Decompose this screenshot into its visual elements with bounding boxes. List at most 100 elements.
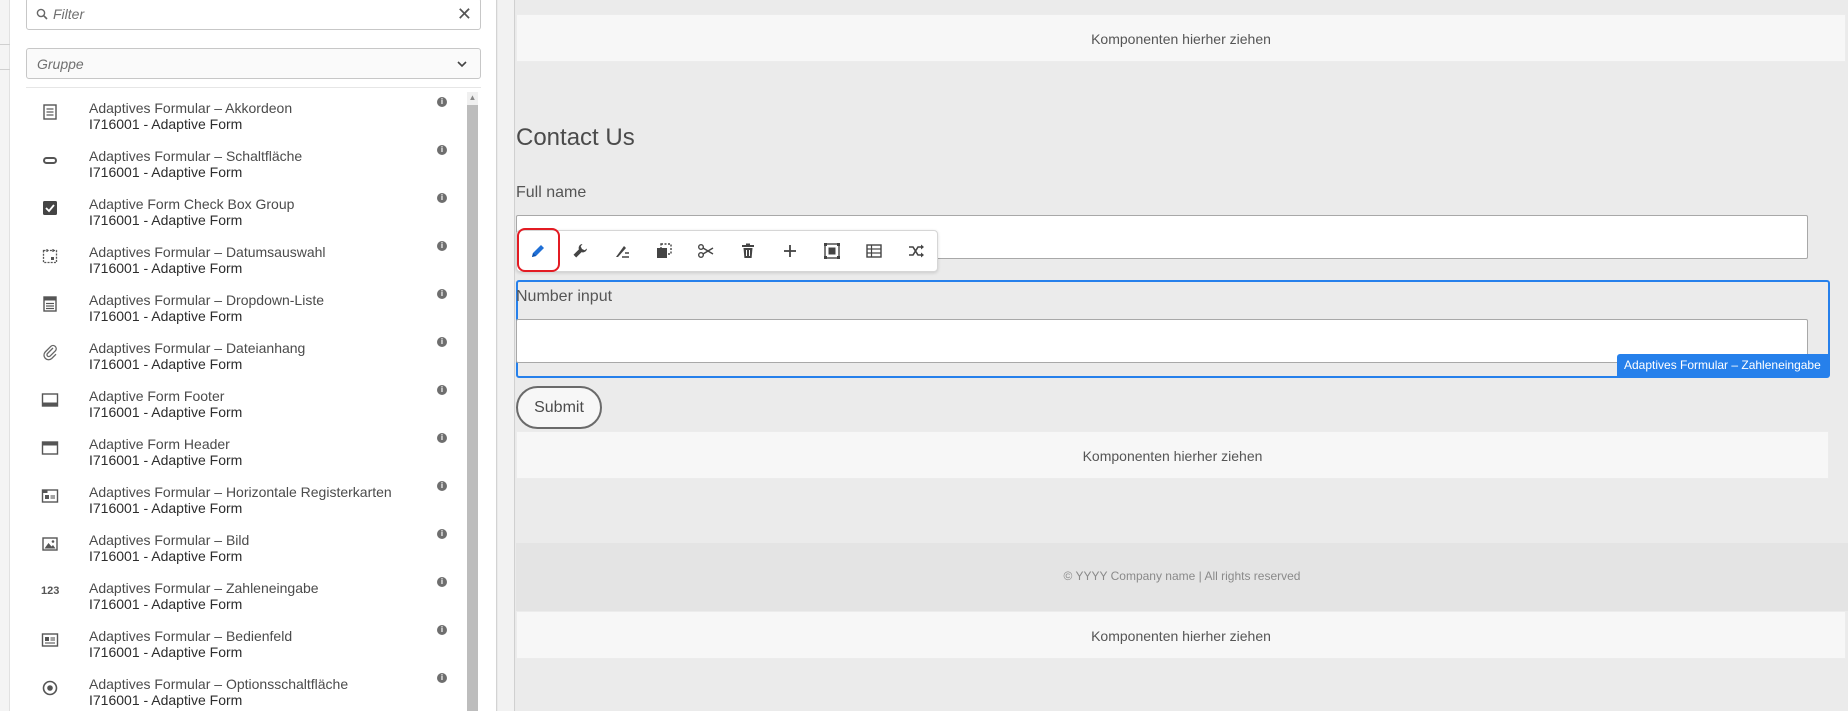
component-item[interactable]: Adaptives Formular – Schaltfläche I716001… xyxy=(26,136,466,184)
info-icon[interactable]: i xyxy=(437,241,447,251)
plus-icon xyxy=(784,245,796,257)
info-icon[interactable]: i xyxy=(437,625,447,635)
component-title: Adaptives Formular – Dateianhang xyxy=(89,340,306,356)
button-icon xyxy=(41,151,59,169)
component-group: I716001 - Adaptive Form xyxy=(89,356,243,372)
component-title: Adaptives Formular – Zahleneingabe xyxy=(89,580,319,596)
header-icon xyxy=(41,439,59,457)
clear-filter-icon[interactable]: ✕ xyxy=(457,2,472,26)
component-item[interactable]: Adaptives Formular – Horizontale Registe… xyxy=(26,472,466,520)
component-group: I716001 - Adaptive Form xyxy=(89,212,243,228)
number-input-field[interactable] xyxy=(516,319,1808,363)
checkbox-icon xyxy=(41,199,59,217)
component-item[interactable]: Adaptives Formular – Bedienfeld I716001 -… xyxy=(26,616,466,664)
component-group: I716001 - Adaptive Form xyxy=(89,260,243,276)
replace-button[interactable] xyxy=(895,231,937,271)
selected-component-tag: Adaptives Formular – Zahleneingabe xyxy=(1617,354,1828,376)
info-icon[interactable]: i xyxy=(437,529,447,539)
accordion-icon xyxy=(41,103,59,121)
info-icon[interactable]: i xyxy=(437,577,447,587)
component-title: Adaptives Formular – Datumsauswahl xyxy=(89,244,326,260)
group-button[interactable] xyxy=(811,231,853,271)
panel-splitter[interactable] xyxy=(498,0,515,711)
full-name-label: Full name xyxy=(516,184,587,201)
cut-button[interactable] xyxy=(685,231,727,271)
dropzone-form[interactable]: Komponenten hierher ziehen xyxy=(516,431,1829,479)
component-item[interactable]: Adaptives Formular – Optionsschaltfläche… xyxy=(26,664,466,711)
component-title: Adaptive Form Check Box Group xyxy=(89,196,295,212)
dropzone-top[interactable]: Komponenten hierher ziehen xyxy=(516,14,1846,62)
copy-button[interactable] xyxy=(643,231,685,271)
search-icon xyxy=(36,8,48,20)
number-icon: 123 xyxy=(41,585,60,597)
calendar-icon xyxy=(41,247,59,265)
submit-button[interactable]: Submit xyxy=(516,386,602,429)
delete-button[interactable] xyxy=(727,231,769,271)
component-group: I716001 - Adaptive Form xyxy=(89,452,243,468)
component-title: Adaptives Formular – Optionsschaltfläche xyxy=(89,676,349,692)
component-item[interactable]: Adaptives Formular – Bild I716001 - Adapt… xyxy=(26,520,466,568)
info-icon[interactable]: i xyxy=(437,481,447,491)
number-input-label: Number input xyxy=(516,288,613,305)
component-item[interactable]: Adaptive Form Footer I716001 - Adaptive F… xyxy=(26,376,466,424)
info-icon[interactable]: i xyxy=(437,385,447,395)
copy-icon xyxy=(657,243,672,258)
info-icon[interactable]: i xyxy=(437,97,447,107)
component-item[interactable]: Adaptives Formular – Dateianhang I716001 … xyxy=(26,328,466,376)
footer-icon xyxy=(41,391,59,409)
paperclip-icon xyxy=(41,343,59,361)
component-list: Adaptives Formular – Akkordeon I716001 - … xyxy=(26,88,466,711)
info-icon[interactable]: i xyxy=(437,145,447,155)
component-item[interactable]: Adaptive Form Header I716001 - Adaptive F… xyxy=(26,424,466,472)
info-icon[interactable]: i xyxy=(437,433,447,443)
group-select-value: Gruppe xyxy=(37,56,84,72)
chevron-down-icon xyxy=(457,61,467,68)
component-item[interactable]: 123 Adaptives Formular – Zahleneingabe I71… xyxy=(26,568,466,616)
form-title[interactable]: Contact Us xyxy=(516,124,635,152)
wrench-icon xyxy=(573,244,587,258)
filter-input[interactable] xyxy=(53,3,453,25)
component-item[interactable]: Adaptives Formular – Dropdown-Liste I7160… xyxy=(26,280,466,328)
component-item[interactable]: Adaptives Formular – Datumsauswahl I71600… xyxy=(26,232,466,280)
panel-icon xyxy=(41,631,59,649)
components-panel: ✕ Gruppe Adaptives Formular – Akkordeon I… xyxy=(0,0,497,711)
component-title: Adaptive Form Header xyxy=(89,436,230,452)
configure-button[interactable] xyxy=(559,231,601,271)
group-select[interactable]: Gruppe xyxy=(26,48,481,79)
component-group: I716001 - Adaptive Form xyxy=(89,164,243,180)
component-group: I716001 - Adaptive Form xyxy=(89,548,243,564)
filter-field[interactable]: ✕ xyxy=(26,0,481,30)
table-button[interactable] xyxy=(853,231,895,271)
dropzone-bottom[interactable]: Komponenten hierher ziehen xyxy=(516,611,1846,659)
component-toolbar xyxy=(516,228,938,272)
component-title: Adaptive Form Footer xyxy=(89,388,225,404)
insert-button[interactable] xyxy=(769,231,811,271)
component-title: Adaptives Formular – Bedienfeld xyxy=(89,628,293,644)
component-group: I716001 - Adaptive Form xyxy=(89,404,243,420)
editor-canvas: Komponenten hierher ziehen Contact Us Fu… xyxy=(516,0,1848,711)
scissors-icon xyxy=(698,244,714,258)
image-icon xyxy=(41,535,59,553)
footer-text: © YYYY Company name | All rights reserve… xyxy=(1063,569,1301,583)
style-button[interactable] xyxy=(601,231,643,271)
info-icon[interactable]: i xyxy=(437,337,447,347)
scroll-up-arrow[interactable]: ▲ xyxy=(467,92,478,104)
component-title: Adaptives Formular – Horizontale Registe… xyxy=(89,484,392,500)
group-icon xyxy=(824,243,840,259)
rail-notch xyxy=(0,44,10,70)
info-icon[interactable]: i xyxy=(437,289,447,299)
info-icon[interactable]: i xyxy=(437,193,447,203)
edit-highlight-ring xyxy=(517,228,560,272)
info-icon[interactable]: i xyxy=(437,673,447,683)
component-item[interactable]: Adaptives Formular – Akkordeon I716001 - … xyxy=(26,88,466,136)
radio-icon xyxy=(41,679,59,697)
shuffle-icon xyxy=(909,244,924,258)
table-icon xyxy=(866,244,882,258)
panel-rail xyxy=(0,0,10,711)
component-title: Adaptives Formular – Bild xyxy=(89,532,250,548)
component-item[interactable]: Adaptive Form Check Box Group I716001 - A… xyxy=(26,184,466,232)
component-title: Adaptives Formular – Akkordeon xyxy=(89,100,293,116)
component-group: I716001 - Adaptive Form xyxy=(89,692,243,708)
list-scrollbar-thumb[interactable] xyxy=(467,105,478,711)
component-group: I716001 - Adaptive Form xyxy=(89,644,243,660)
